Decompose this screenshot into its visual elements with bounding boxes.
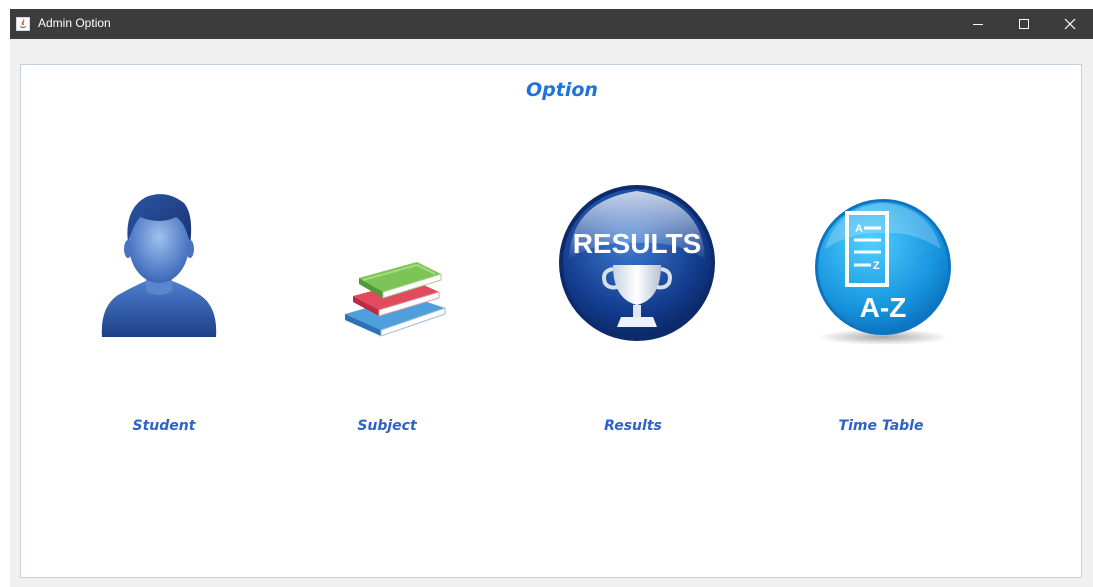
timetable-icon-small-z: Z [873, 260, 880, 272]
results-icon-text: RESULTS [573, 228, 702, 259]
admin-option-window: Admin Option Option RESULTS A Z A-Z Stud… [10, 9, 1093, 587]
student-label[interactable]: Student [84, 418, 244, 434]
option-panel: Option RESULTS A Z A-Z Student Subject R… [20, 64, 1082, 578]
minimize-icon [973, 24, 983, 25]
window-content: Option RESULTS A Z A-Z Student Subject R… [10, 39, 1093, 587]
timetable-icon-small-a: A [855, 223, 863, 235]
title-bar[interactable]: Admin Option [10, 9, 1093, 39]
results-trophy-icon[interactable]: RESULTS [557, 181, 717, 345]
timetable-az-icon[interactable]: A Z A-Z [797, 197, 969, 347]
minimize-button[interactable] [955, 9, 1001, 39]
panel-legend: Option [522, 78, 602, 102]
timetable-icon-text: A-Z [860, 292, 907, 323]
maximize-button[interactable] [1001, 9, 1047, 39]
subject-label[interactable]: Subject [307, 418, 467, 434]
java-app-icon [16, 17, 30, 31]
timetable-label[interactable]: Time Table [801, 418, 961, 434]
close-icon [1064, 18, 1076, 30]
student-icon[interactable] [96, 187, 222, 343]
window-title: Admin Option [38, 16, 111, 30]
maximize-icon [1019, 19, 1029, 29]
books-icon[interactable] [339, 248, 451, 338]
results-label[interactable]: Results [553, 418, 713, 434]
close-button[interactable] [1047, 9, 1093, 39]
